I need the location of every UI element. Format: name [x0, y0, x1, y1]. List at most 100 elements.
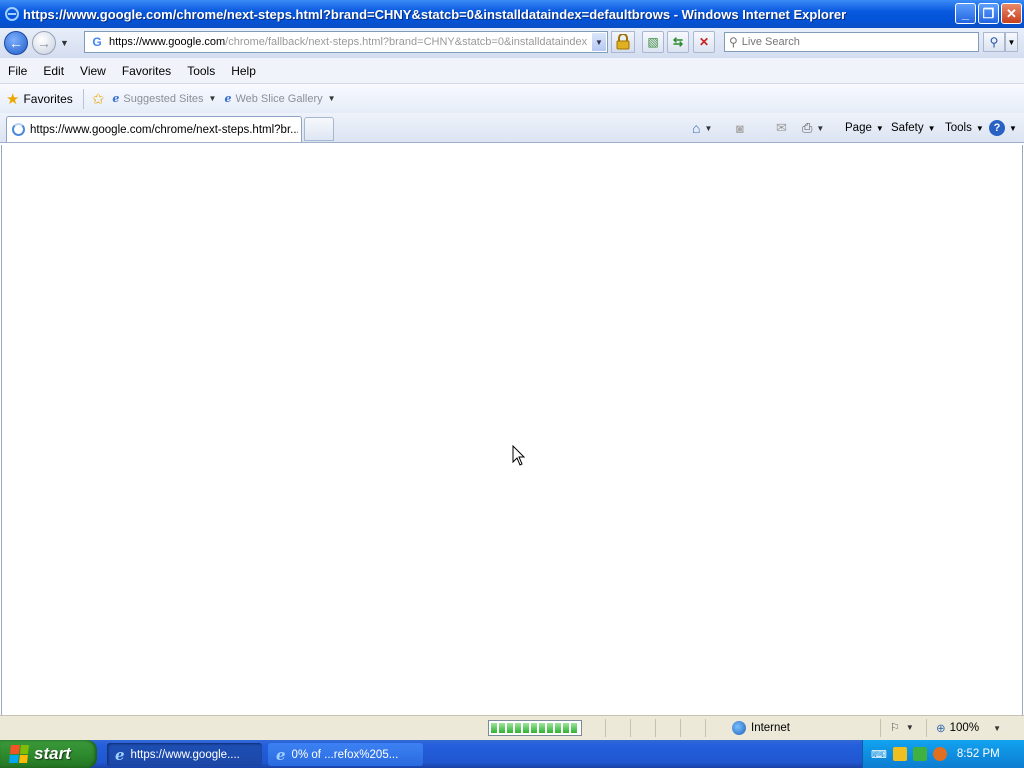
status-separator — [605, 719, 606, 737]
security-shield-icon[interactable] — [892, 747, 907, 761]
recent-pages-dropdown-icon[interactable]: ▼ — [60, 38, 70, 48]
zoom-control[interactable]: ⊕ 100% ▼ — [936, 721, 1001, 735]
forward-button[interactable]: → — [32, 31, 56, 55]
lock-icon — [616, 34, 630, 50]
chevron-down-icon: ▼ — [993, 723, 1001, 733]
ie-logo-icon — [5, 7, 19, 21]
status-separator — [926, 719, 927, 737]
chevron-down-icon: ▼ — [816, 123, 825, 133]
status-separator — [880, 719, 881, 737]
safety-menu-button[interactable]: Safety ▼ — [891, 118, 936, 138]
magnifier-icon: ⚲ — [989, 35, 999, 49]
menu-edit[interactable]: Edit — [35, 64, 72, 78]
title-bar[interactable]: https://www.google.com/chrome/next-steps… — [0, 0, 1024, 28]
progress-segment — [571, 723, 577, 733]
chevron-down-icon: ▼ — [975, 123, 984, 133]
tab-active[interactable]: https://www.google.com/chrome/next-steps… — [6, 116, 302, 142]
clock: 8:52 PM — [956, 748, 1000, 760]
page-load-progress-bar — [488, 720, 582, 736]
search-box[interactable]: ⚲ — [724, 32, 979, 52]
address-url[interactable]: https://www.google.com/chrome/fallback/n… — [109, 36, 589, 48]
progress-segment — [499, 723, 505, 733]
search-icon: ⚲ — [729, 35, 738, 49]
progress-segment — [539, 723, 545, 733]
globe-icon — [732, 721, 746, 735]
help-menu-button[interactable]: ? ▼ — [989, 118, 1017, 138]
progress-segment — [515, 723, 521, 733]
compatibility-view-button[interactable]: ▧ — [642, 31, 664, 53]
stop-icon: ✕ — [698, 35, 710, 49]
print-button[interactable]: ⎙ ▼ — [802, 118, 824, 138]
zoom-level: 100% — [949, 722, 980, 734]
progress-segment — [491, 723, 497, 733]
keyboard-icon[interactable]: ⌨ — [871, 748, 887, 761]
menu-file[interactable]: File — [0, 64, 35, 78]
search-input[interactable] — [741, 36, 962, 48]
search-go-button[interactable]: ⚲ — [983, 32, 1005, 52]
back-button[interactable]: ← — [4, 31, 28, 55]
chevron-down-icon: ▼ — [927, 123, 936, 133]
loading-spinner-icon — [12, 123, 25, 136]
ie-page-icon: e — [112, 92, 120, 105]
new-tab-button[interactable] — [304, 117, 334, 141]
windows-logo-icon — [9, 745, 29, 763]
menu-view[interactable]: View — [72, 64, 114, 78]
printer-icon: ⎙ — [802, 120, 813, 135]
chevron-down-icon: ▼ — [1009, 123, 1017, 133]
progress-segment — [547, 723, 553, 733]
address-dropdown-icon[interactable]: ▼ — [592, 33, 606, 51]
progress-segment — [523, 723, 529, 733]
restore-button[interactable]: ❐ — [978, 3, 999, 24]
taskbar-item-ie[interactable]: e https://www.google.... — [107, 743, 262, 766]
tab-title: https://www.google.com/chrome/next-steps… — [30, 123, 298, 136]
close-button[interactable]: ✕ — [1001, 3, 1022, 24]
chevron-down-icon: ▼ — [875, 123, 884, 133]
chevron-down-icon: ▼ — [208, 94, 217, 103]
chevron-down-icon: ▼ — [905, 723, 914, 732]
menu-help[interactable]: Help — [223, 64, 264, 78]
rss-feed-icon: ◙ — [736, 120, 744, 136]
read-mail-button[interactable]: ✉ — [776, 118, 787, 138]
ie-logo-icon: e — [276, 745, 286, 764]
favorites-separator — [82, 88, 84, 109]
favorites-button[interactable]: ★ Favorites — [6, 90, 73, 108]
page-content[interactable] — [1, 145, 1023, 715]
taskbar: start e https://www.google.... e 0% of .… — [0, 740, 1024, 768]
menu-bar: File Edit View Favorites Tools Help — [0, 58, 1024, 84]
navigation-bar: ← → ▼ G https://www.google.com/chrome/fa… — [0, 28, 1024, 58]
protected-mode-button[interactable]: ⚐ ▼ — [890, 721, 914, 734]
security-lock-button[interactable] — [611, 31, 635, 53]
stop-button[interactable]: ✕ — [693, 31, 715, 53]
system-tray: ⌨ 8:52 PM — [862, 740, 1024, 768]
menu-favorites[interactable]: Favorites — [114, 64, 179, 78]
taskbar-item-download[interactable]: e 0% of ...refox%205... — [268, 743, 423, 766]
page-menu-button[interactable]: Page ▼ — [845, 118, 884, 138]
start-button[interactable]: start — [0, 740, 97, 768]
status-separator — [630, 719, 631, 737]
help-icon: ? — [989, 120, 1005, 136]
tools-menu-button[interactable]: Tools ▼ — [945, 118, 984, 138]
network-icon[interactable] — [912, 747, 927, 761]
status-separator — [680, 719, 681, 737]
search-tray-icon[interactable] — [932, 747, 947, 761]
security-zone[interactable]: Internet — [732, 721, 790, 735]
status-separator — [655, 719, 656, 737]
chevron-down-icon: ▼ — [704, 123, 713, 133]
menu-tools[interactable]: Tools — [179, 64, 223, 78]
add-to-favorites-icon[interactable]: ✩ — [92, 90, 105, 108]
chevron-down-icon: ▼ — [327, 94, 336, 103]
ie-logo-icon: e — [115, 745, 125, 764]
status-separator — [705, 719, 706, 737]
mouse-cursor-icon — [512, 445, 526, 466]
favorites-star-icon: ★ — [6, 90, 20, 108]
suggested-sites-link[interactable]: e Suggested Sites ▼ — [112, 92, 216, 105]
minimize-button[interactable]: _ — [955, 3, 976, 24]
progress-segment — [563, 723, 569, 733]
address-bar[interactable]: G https://www.google.com/chrome/fallback… — [84, 31, 608, 53]
progress-segment — [555, 723, 561, 733]
refresh-button[interactable]: ⇆ — [667, 31, 689, 53]
home-button[interactable]: ⌂ ▼ — [692, 118, 712, 138]
search-options-dropdown-icon[interactable]: ▼ — [1005, 32, 1018, 52]
web-slice-gallery-link[interactable]: e Web Slice Gallery ▼ — [224, 92, 335, 105]
feeds-button[interactable]: ◙ — [736, 118, 744, 138]
